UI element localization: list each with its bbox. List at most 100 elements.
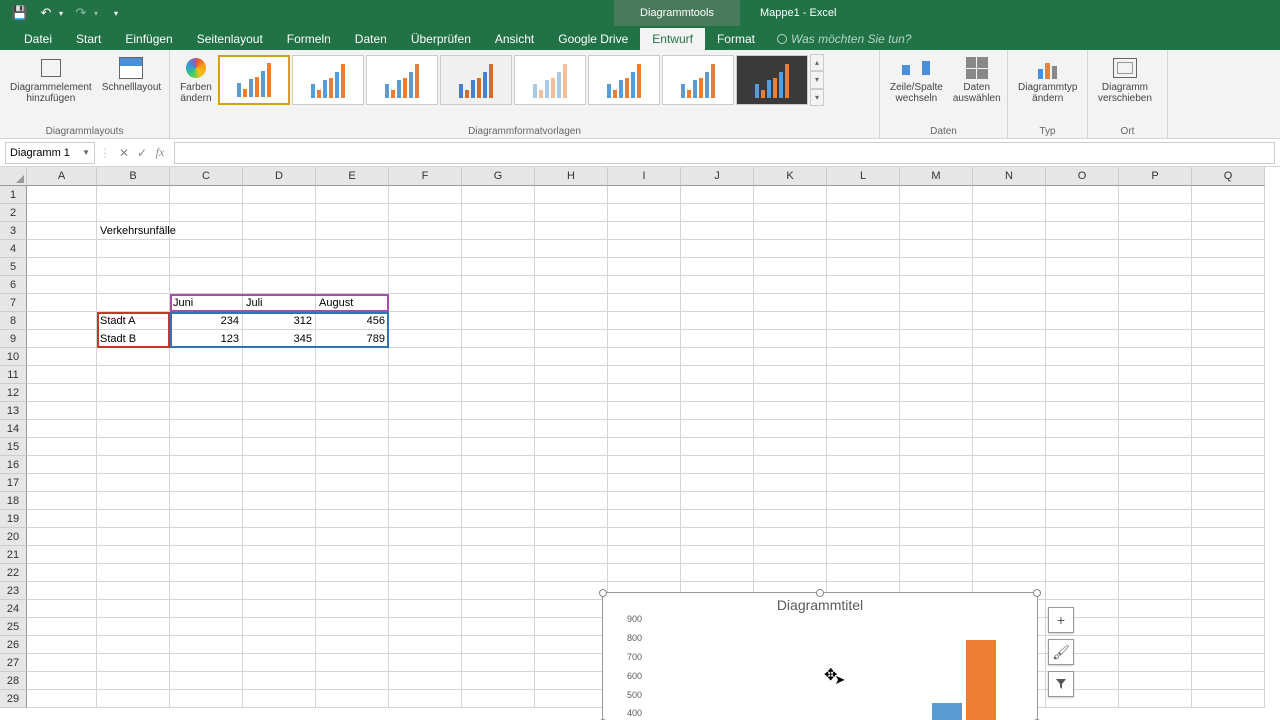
cell[interactable] (170, 654, 243, 672)
row-header[interactable]: 7 (0, 294, 27, 312)
cell[interactable]: August (316, 294, 389, 312)
cell[interactable] (1119, 348, 1192, 366)
cell[interactable] (243, 564, 316, 582)
cell[interactable] (170, 582, 243, 600)
cell[interactable] (900, 366, 973, 384)
cell[interactable] (900, 420, 973, 438)
switch-row-column-button[interactable]: Zeile/Spalte wechseln (886, 54, 947, 106)
cell[interactable] (608, 420, 681, 438)
cell[interactable] (973, 420, 1046, 438)
cell[interactable] (316, 618, 389, 636)
cell[interactable] (754, 240, 827, 258)
cell[interactable] (973, 240, 1046, 258)
cell[interactable] (243, 366, 316, 384)
cell[interactable] (1046, 186, 1119, 204)
cell[interactable] (462, 222, 535, 240)
cell[interactable] (243, 456, 316, 474)
cell[interactable]: 789 (316, 330, 389, 348)
cell[interactable] (1192, 528, 1265, 546)
cell[interactable] (1119, 240, 1192, 258)
cell[interactable] (243, 546, 316, 564)
cell[interactable] (97, 258, 170, 276)
cell[interactable] (1192, 672, 1265, 690)
cell[interactable] (462, 366, 535, 384)
cell[interactable] (170, 438, 243, 456)
row-header[interactable]: 21 (0, 546, 27, 564)
cell[interactable] (1192, 222, 1265, 240)
row-header[interactable]: 1 (0, 186, 27, 204)
cell[interactable] (170, 186, 243, 204)
cell[interactable] (900, 330, 973, 348)
cell[interactable] (97, 204, 170, 222)
cell[interactable] (827, 312, 900, 330)
chart-filters-button[interactable] (1048, 671, 1074, 697)
cell[interactable] (462, 528, 535, 546)
cell[interactable] (389, 366, 462, 384)
cell[interactable] (1046, 564, 1119, 582)
cell[interactable] (1192, 294, 1265, 312)
column-header[interactable]: H (535, 167, 608, 186)
cell[interactable] (681, 438, 754, 456)
cell[interactable] (973, 546, 1046, 564)
cell[interactable] (827, 510, 900, 528)
cell[interactable] (754, 258, 827, 276)
row-header[interactable]: 16 (0, 456, 27, 474)
cell[interactable] (1119, 510, 1192, 528)
cell[interactable] (1119, 330, 1192, 348)
cell[interactable] (1046, 420, 1119, 438)
cell[interactable] (608, 492, 681, 510)
cell[interactable] (900, 204, 973, 222)
cell[interactable] (97, 240, 170, 258)
cell[interactable] (827, 222, 900, 240)
cell[interactable] (535, 348, 608, 366)
cell[interactable] (170, 366, 243, 384)
cell[interactable] (389, 636, 462, 654)
cell[interactable] (1192, 456, 1265, 474)
tab-daten[interactable]: Daten (343, 28, 399, 50)
cell[interactable] (1192, 564, 1265, 582)
cell[interactable] (827, 456, 900, 474)
cell[interactable] (27, 564, 97, 582)
cell[interactable] (170, 546, 243, 564)
cell[interactable] (27, 330, 97, 348)
cancel-formula-icon[interactable]: ✕ (115, 146, 133, 160)
chart-y-axis[interactable]: 0100200300400500600700800900 (608, 619, 644, 720)
cell[interactable] (97, 294, 170, 312)
cell[interactable] (973, 384, 1046, 402)
cell[interactable] (827, 438, 900, 456)
chart-resize-handle[interactable] (599, 589, 607, 597)
cell[interactable] (27, 366, 97, 384)
cell[interactable] (535, 186, 608, 204)
cell[interactable] (827, 240, 900, 258)
cell[interactable] (27, 582, 97, 600)
cell[interactable] (389, 276, 462, 294)
cell[interactable] (1046, 294, 1119, 312)
cell[interactable] (681, 402, 754, 420)
select-data-button[interactable]: Daten auswählen (949, 54, 1005, 106)
cell[interactable] (1192, 348, 1265, 366)
cell[interactable] (827, 564, 900, 582)
cell[interactable] (973, 564, 1046, 582)
cell[interactable] (535, 492, 608, 510)
cell[interactable] (900, 384, 973, 402)
cell[interactable] (681, 528, 754, 546)
cell[interactable] (754, 510, 827, 528)
cell[interactable] (462, 564, 535, 582)
cell[interactable] (754, 402, 827, 420)
chart-style-8[interactable] (736, 55, 808, 105)
cell[interactable] (170, 690, 243, 708)
cell[interactable] (97, 582, 170, 600)
cell[interactable] (535, 294, 608, 312)
cell[interactable] (900, 186, 973, 204)
cell[interactable] (170, 672, 243, 690)
cell[interactable] (462, 312, 535, 330)
cell[interactable] (27, 636, 97, 654)
cell[interactable] (27, 312, 97, 330)
cell[interactable] (900, 258, 973, 276)
cell[interactable] (900, 438, 973, 456)
cell[interactable] (1119, 474, 1192, 492)
cell[interactable] (1119, 672, 1192, 690)
cell[interactable] (608, 438, 681, 456)
cell[interactable] (754, 528, 827, 546)
cell[interactable] (316, 582, 389, 600)
